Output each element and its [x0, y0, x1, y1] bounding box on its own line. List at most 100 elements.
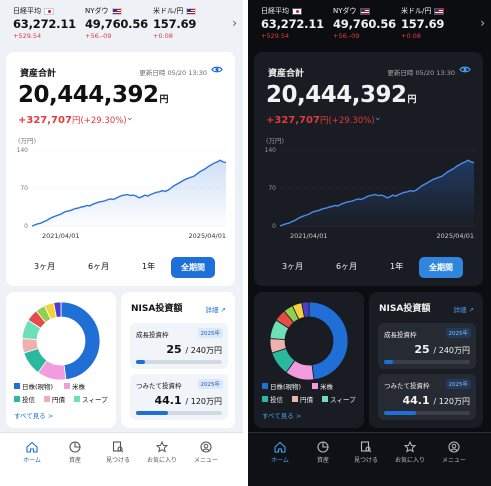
nav-menu[interactable]: メニュー — [434, 441, 474, 464]
legend-item: 投信 — [262, 394, 283, 404]
growth-progress-bar — [384, 360, 470, 364]
asset-title: 資産合計 — [268, 69, 305, 79]
chevron-right-icon[interactable]: › — [480, 16, 485, 30]
japan-flag-icon — [292, 7, 302, 15]
range-3m-button[interactable]: 3ヶ月 — [282, 261, 303, 272]
ticker-nikkei[interactable]: 日経平均 63,272.11 +529.54 — [13, 6, 76, 40]
x-tick-label: 2025/04/01 — [189, 232, 226, 240]
nisa-growth-box[interactable]: 成長投資枠 2025年 25 / 240万円 — [378, 323, 476, 369]
allocation-card[interactable]: 日株(現物) 米株 投信 円債 スィープ すべて見る > — [6, 292, 116, 428]
range-6m-button[interactable]: 6ヶ月 — [88, 261, 109, 272]
ticker-change: +56.-09 — [333, 32, 360, 40]
updated-time: 更新日時 05/20 13:30 — [387, 69, 455, 77]
x-tick-label: 2025/04/01 — [437, 232, 474, 240]
nisa-tsumitate-box[interactable]: つみたて投資枠 2025年 44.1 / 120万円 — [378, 374, 476, 420]
ticker-usdjpy[interactable]: 米ドル/円 157.69 +0.08 — [401, 6, 444, 40]
allocation-donut-chart — [269, 301, 349, 381]
y-tick-label: 0 — [24, 223, 28, 230]
ticker-change: +529.54 — [13, 32, 42, 40]
nisa-title: NISA投資額 — [379, 304, 431, 314]
range-all-button[interactable]: 全期間 — [171, 257, 215, 278]
asset-title: 資産合計 — [20, 69, 57, 79]
total-assets: 20,444,392円 — [18, 82, 169, 108]
nav-discover[interactable]: 見つける — [98, 441, 138, 464]
nav-menu[interactable]: メニュー — [186, 441, 226, 464]
updated-time: 更新日時 05/20 13:30 — [139, 69, 207, 77]
tsumitate-progress-bar — [384, 411, 470, 415]
ticker-name: NYダウ — [85, 7, 109, 15]
range-6m-button[interactable]: 6ヶ月 — [336, 261, 357, 272]
star-icon — [156, 441, 168, 453]
y-tick-label: 70 — [268, 185, 276, 192]
tsumitate-progress-bar — [136, 411, 222, 415]
nisa-detail-link[interactable]: 詳細 ↗ — [453, 304, 474, 314]
range-3m-button[interactable]: 3ヶ月 — [34, 261, 55, 272]
nisa-detail-link[interactable]: 詳細 ↗ — [205, 304, 226, 314]
asset-line-chart: 0 70 140 2021/04/01 2025/04/01 — [265, 147, 475, 240]
range-selector: 3ヶ月 6ヶ月 1年 全期間 — [264, 257, 473, 279]
market-ticker[interactable]: 日経平均 63,272.11 +529.54 NYダウ 49,760.56 +5… — [261, 6, 485, 46]
ticker-value: 63,272.11 — [13, 17, 76, 31]
bottom-nav: ホーム 資産 見つける お気に入り メニュー — [0, 432, 243, 486]
see-all-link[interactable]: すべて見る > — [14, 410, 53, 420]
ticker-nydow[interactable]: NYダウ 49,760.56 +56.-09 — [85, 6, 148, 40]
nav-assets[interactable]: 資産 — [55, 441, 95, 464]
nav-discover[interactable]: 見つける — [346, 441, 386, 464]
year-badge: 2025年 — [445, 379, 471, 389]
nisa-title: NISA投資額 — [131, 304, 183, 314]
donut-slice — [308, 301, 349, 381]
ticker-change: +0.08 — [153, 32, 173, 40]
range-all-button[interactable]: 全期間 — [419, 257, 463, 278]
chart-area — [32, 160, 226, 226]
nav-favorites[interactable]: お気に入り — [390, 441, 430, 464]
allocation-card[interactable]: 日株(現物) 米株 投信 円債 スィープ すべて見る > — [254, 292, 364, 428]
star-icon — [404, 441, 416, 453]
asset-line-chart: 0 70 140 2021/04/01 2025/04/01 — [17, 147, 227, 240]
legend-item: 円債 — [44, 394, 65, 404]
nisa-tsumitate-box[interactable]: つみたて投資枠 2025年 44.1 / 120万円 — [130, 374, 228, 420]
legend-item: スィープ — [322, 394, 356, 404]
nav-home[interactable]: ホーム — [12, 441, 52, 464]
ticker-name: 米ドル/円 — [153, 7, 184, 15]
user-icon — [200, 441, 212, 453]
eye-icon[interactable] — [211, 65, 223, 74]
ticker-name: 日経平均 — [261, 7, 289, 15]
legend-item: スィープ — [74, 394, 108, 404]
nav-assets[interactable]: 資産 — [303, 441, 343, 464]
ticker-value: 157.69 — [401, 17, 445, 31]
chevron-down-icon[interactable]: ⌄ — [126, 113, 134, 123]
nisa-growth-box[interactable]: 成長投資枠 2025年 25 / 240万円 — [130, 323, 228, 369]
year-badge: 2025年 — [197, 328, 223, 338]
nav-home[interactable]: ホーム — [260, 441, 300, 464]
legend-item: 投信 — [14, 394, 35, 404]
legend-item: 米株 — [312, 381, 333, 391]
us-flag-icon — [359, 7, 370, 15]
chart-area — [280, 160, 474, 226]
eye-icon[interactable] — [459, 65, 471, 74]
light-phone-screen: 日経平均 63,272.11 +529.54 NYダウ 49,760.56 +5… — [0, 0, 243, 486]
legend-item: 円債 — [292, 394, 313, 404]
pie-chart-icon — [69, 441, 81, 453]
nisa-card: NISA投資額 詳細 ↗ 成長投資枠 2025年 25 / 240万円 つみたて… — [121, 292, 235, 428]
gain-amount: +327,707円(+29.30%) — [18, 115, 127, 126]
range-1y-button[interactable]: 1年 — [390, 261, 403, 272]
home-icon — [26, 441, 38, 453]
chevron-down-icon[interactable]: ⌄ — [374, 113, 382, 123]
see-all-link[interactable]: すべて見る > — [262, 410, 301, 420]
ticker-nydow[interactable]: NYダウ 49,760.56 +56.-09 — [333, 6, 396, 40]
market-ticker[interactable]: 日経平均 63,272.11 +529.54 NYダウ 49,760.56 +5… — [13, 6, 237, 46]
legend-item: 米株 — [64, 381, 85, 391]
ticker-nikkei[interactable]: 日経平均 63,272.11 +529.54 — [261, 6, 324, 40]
total-assets: 20,444,392円 — [266, 82, 417, 108]
chevron-right-icon[interactable]: › — [232, 16, 237, 30]
y-tick-label: 140 — [265, 147, 277, 154]
ticker-value: 63,272.11 — [261, 17, 324, 31]
ticker-usdjpy[interactable]: 米ドル/円 157.69 +0.08 — [153, 6, 196, 40]
nav-favorites[interactable]: お気に入り — [142, 441, 182, 464]
nisa-card: NISA投資額 詳細 ↗ 成長投資枠 2025年 25 / 240万円 つみたて… — [369, 292, 483, 428]
y-tick-label: 0 — [272, 223, 276, 230]
year-badge: 2025年 — [197, 379, 223, 389]
x-tick-label: 2021/04/01 — [42, 232, 79, 240]
range-1y-button[interactable]: 1年 — [142, 261, 155, 272]
asset-summary-card: 資産合計 更新日時 05/20 13:30 20,444,392円 +327,7… — [254, 52, 483, 286]
